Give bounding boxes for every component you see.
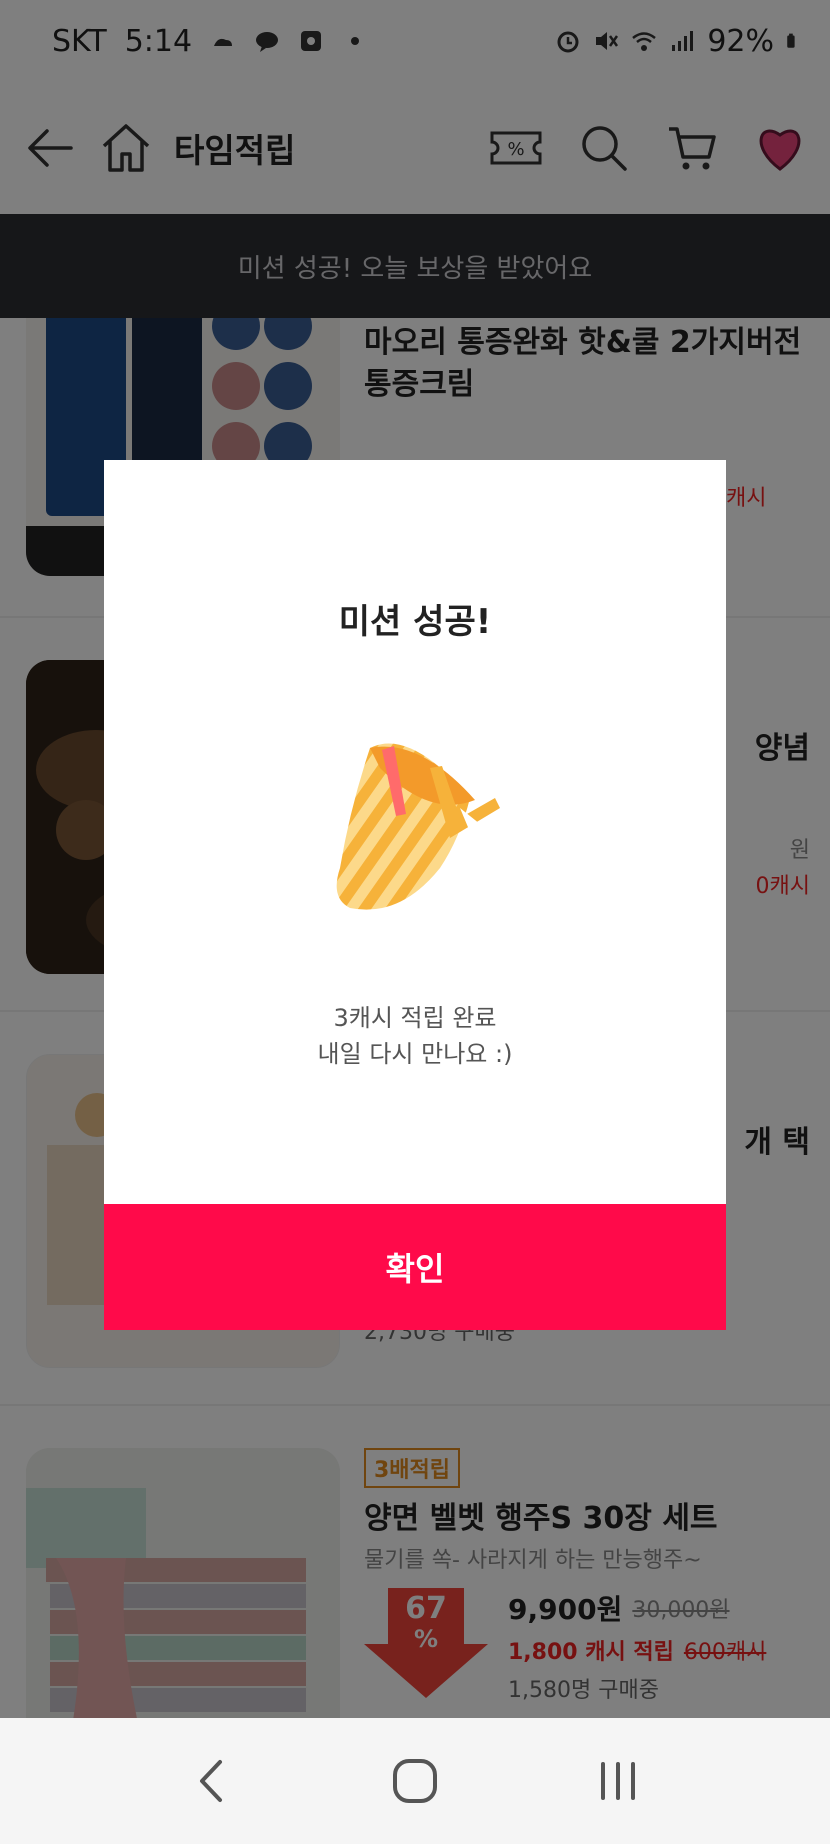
popcorn-cone-icon	[336, 743, 500, 910]
nav-recents-button[interactable]	[578, 1741, 658, 1821]
dialog-title: 미션 성공!	[338, 602, 492, 642]
nav-home-button[interactable]	[375, 1741, 455, 1821]
recents-icon	[601, 1762, 636, 1800]
confirm-button[interactable]: 확인	[104, 1204, 726, 1330]
mission-success-dialog: 미션 성공! 3캐시 적립 완료 내일 다시 만나요 :) 확인	[104, 460, 726, 1330]
system-nav-bar	[0, 1718, 830, 1844]
chevron-left-icon	[199, 1760, 222, 1802]
dialog-line1: 3캐시 적립 완료	[333, 1004, 497, 1032]
dialog-message: 3캐시 적립 완료 내일 다시 만나요 :)	[104, 1000, 726, 1072]
nav-back-button[interactable]	[172, 1741, 252, 1821]
dialog-line2: 내일 다시 만나요 :)	[317, 1040, 513, 1068]
home-circle-icon	[392, 1759, 437, 1803]
